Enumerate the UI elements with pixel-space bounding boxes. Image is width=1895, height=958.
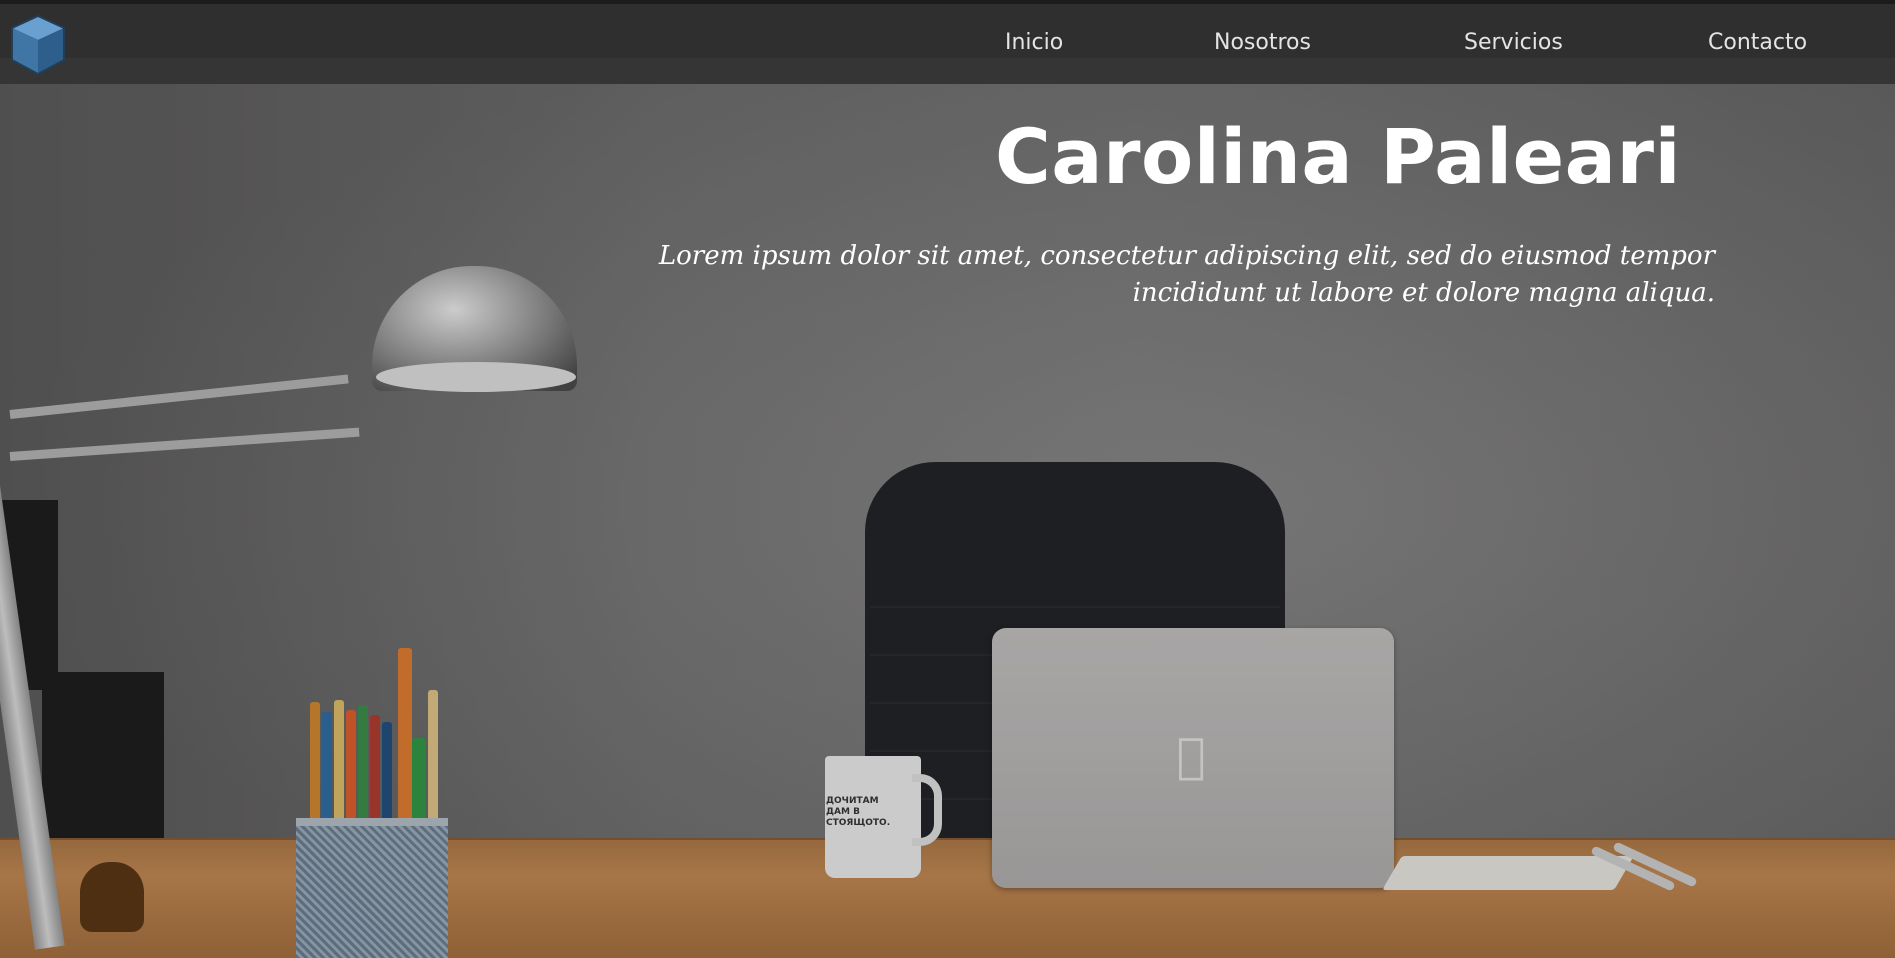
cube-icon[interactable] <box>8 14 68 76</box>
navbar: Inicio Nosotros Servicios Contacto <box>0 0 1895 84</box>
nav-link-inicio[interactable]: Inicio <box>1005 30 1063 55</box>
hero-title: Carolina Paleari <box>994 112 1681 201</box>
nav-link-nosotros[interactable]: Nosotros <box>1214 30 1311 55</box>
nav-link-servicios[interactable]: Servicios <box>1464 30 1563 55</box>
nav-link-contacto[interactable]: Contacto <box>1708 30 1807 55</box>
hero-subtitle: Lorem ipsum dolor sit amet, consectetur … <box>658 241 1715 308</box>
navbar-lower-band <box>0 58 1895 84</box>
